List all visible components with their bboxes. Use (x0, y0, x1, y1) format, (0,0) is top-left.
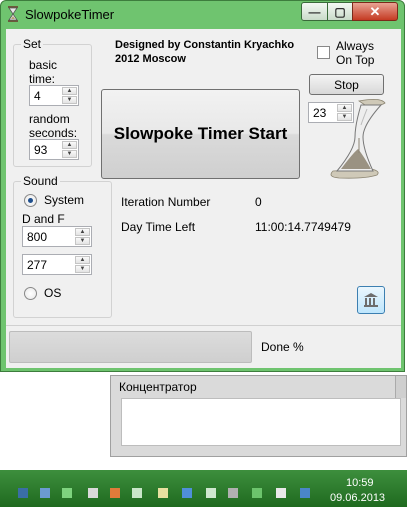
main-window: SlowpokeTimer — ▢ ✕ Set basic time: 4 ▲ … (0, 0, 405, 372)
set-group-title: Set (21, 37, 44, 51)
spin-down-icon[interactable]: ▼ (75, 265, 90, 273)
hourglass-app-icon (8, 6, 18, 22)
taskbar-app-icon[interactable] (18, 488, 28, 498)
maximize-button[interactable]: ▢ (327, 2, 353, 21)
set-group: Set basic time: 4 ▲ ▼ random seconds: 93… (13, 37, 92, 167)
stop-button[interactable]: Stop (309, 74, 384, 95)
window-client-area: Set basic time: 4 ▲ ▼ random seconds: 93… (6, 29, 401, 368)
spin-up-icon[interactable]: ▲ (62, 87, 77, 95)
taskbar-clock-time[interactable]: 10:59 (346, 477, 374, 489)
basic-time-label-line1: basic (29, 58, 58, 72)
sound-group: Sound System D and F 800 ▲ ▼ 277 ▲ ▼ OS (13, 174, 112, 318)
title-bar[interactable]: SlowpokeTimer — ▢ ✕ (1, 1, 406, 29)
sound-group-title: Sound (21, 174, 60, 188)
day-time-left-value: 11:00:14.7749479 (255, 220, 351, 234)
random-seconds-label-line1: random (29, 112, 70, 126)
start-timer-button[interactable]: Slowpoke Timer Start (101, 89, 300, 179)
scrollbar[interactable] (395, 376, 406, 398)
credits-line2: 2012 Moscow (115, 53, 186, 65)
window-title: SlowpokeTimer (25, 7, 115, 22)
taskbar-app-icon[interactable] (182, 488, 192, 498)
taskbar-app-icon[interactable] (276, 488, 286, 498)
basic-time-value: 4 (34, 89, 41, 103)
concentrator-window: Концентратор (110, 375, 407, 457)
hourglass-image (330, 99, 386, 179)
duration-spinner[interactable]: 277 ▲ ▼ (22, 254, 92, 275)
done-percent-label: Done % (261, 340, 304, 354)
basic-time-spinner[interactable]: 4 ▲ ▼ (29, 85, 79, 106)
random-seconds-spinner[interactable]: 93 ▲ ▼ (29, 139, 79, 160)
iteration-number-label: Iteration Number (121, 195, 211, 209)
basic-time-label-line2: time: (29, 72, 56, 86)
close-button[interactable]: ✕ (352, 2, 398, 21)
system-radio-label: System (44, 193, 85, 207)
random-seconds-label-line2: seconds: (29, 126, 78, 140)
taskbar: 10:59 09.06.2013 (0, 470, 407, 507)
always-on-top-label-line1: Always (336, 39, 375, 53)
maximize-icon: ▢ (334, 4, 346, 19)
taskbar-app-icon[interactable] (158, 488, 168, 498)
system-radio[interactable] (24, 194, 37, 207)
taskbar-app-icon[interactable] (88, 488, 98, 498)
d-and-f-label: D and F (22, 212, 65, 226)
always-on-top-checkbox[interactable] (317, 46, 330, 59)
os-radio-label: OS (44, 286, 62, 300)
taskbar-app-icon[interactable] (132, 488, 142, 498)
start-timer-button-label: Slowpoke Timer Start (113, 124, 288, 143)
minimize-icon: — (308, 4, 321, 19)
taskbar-app-icon[interactable] (40, 488, 50, 498)
random-seconds-value: 93 (34, 143, 48, 157)
close-icon: ✕ (369, 3, 381, 19)
progress-bar (9, 331, 252, 363)
spin-up-icon[interactable]: ▲ (75, 256, 90, 264)
concentrator-window-title: Концентратор (119, 380, 197, 394)
taskbar-app-icon[interactable] (62, 488, 72, 498)
taskbar-app-icon[interactable] (110, 488, 120, 498)
taskbar-app-icon[interactable] (206, 488, 216, 498)
stop-button-label: Stop (334, 77, 359, 92)
spin-up-icon[interactable]: ▲ (75, 228, 90, 236)
concentrator-content-area[interactable] (121, 398, 401, 446)
taskbar-clock-date[interactable]: 09.06.2013 (330, 492, 385, 504)
minimize-button[interactable]: — (301, 2, 328, 21)
taskbar-app-icon[interactable] (300, 488, 310, 498)
separator (6, 325, 401, 326)
duration-value: 277 (27, 258, 48, 272)
iteration-number-value: 0 (255, 195, 262, 209)
frequency-spinner[interactable]: 800 ▲ ▼ (22, 226, 92, 247)
taskbar-app-icon[interactable] (228, 488, 238, 498)
spin-down-icon[interactable]: ▼ (75, 237, 90, 245)
spin-down-icon[interactable]: ▼ (62, 96, 77, 104)
credits-line1: Designed by Constantin Kryachko (115, 39, 295, 51)
day-time-left-label: Day Time Left (121, 220, 196, 234)
library-icon-button[interactable] (357, 286, 385, 314)
spin-up-icon[interactable]: ▲ (62, 141, 77, 149)
spin-down-icon[interactable]: ▼ (62, 150, 77, 158)
library-icon (364, 293, 378, 307)
taskbar-app-icon[interactable] (252, 488, 262, 498)
always-on-top-label-line2: On Top (336, 53, 375, 67)
os-radio[interactable] (24, 287, 37, 300)
frequency-value: 800 (27, 230, 48, 244)
